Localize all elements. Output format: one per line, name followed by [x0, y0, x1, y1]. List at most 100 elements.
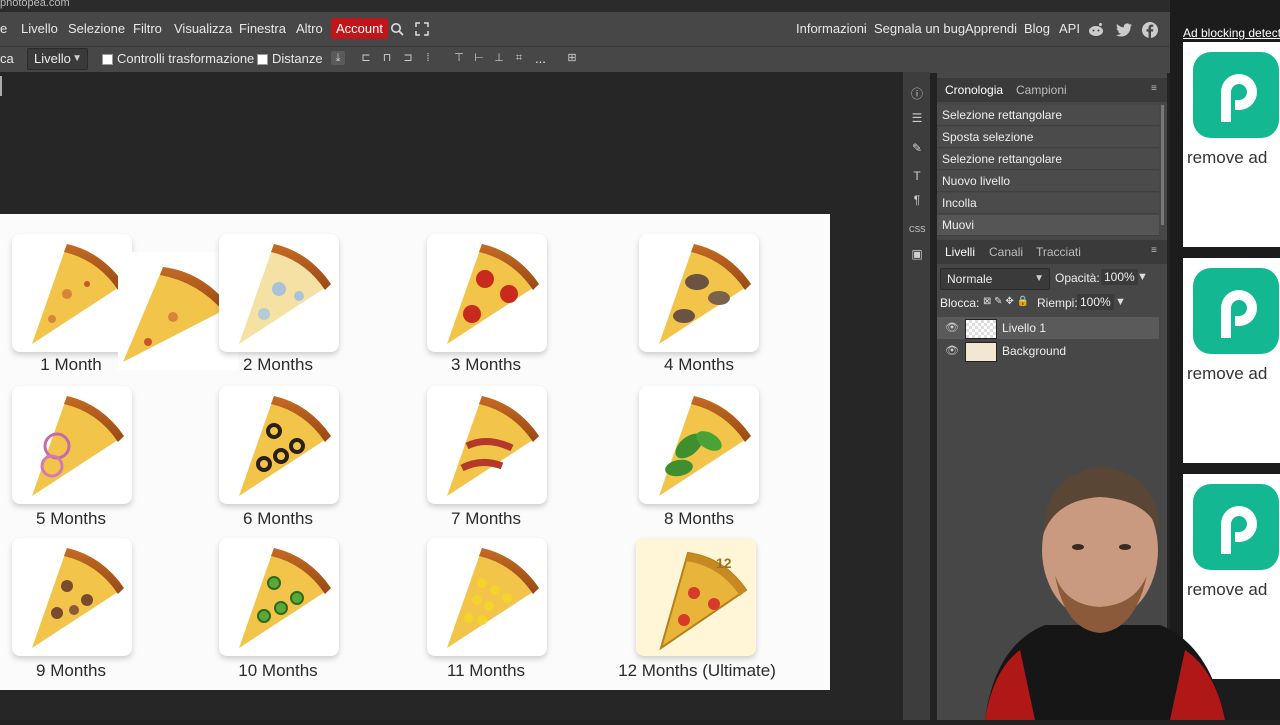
layer-row-livello-1[interactable]: 👁 Livello 1	[937, 317, 1159, 339]
info-icon[interactable]: ⓘ	[909, 86, 925, 102]
blend-mode-value: Normale	[947, 272, 993, 286]
caption-1: 1 Month	[40, 355, 102, 374]
twitter-icon[interactable]	[1116, 23, 1133, 42]
transform-controls-checkbox[interactable]: Controlli trasformazione	[102, 51, 254, 66]
ad-text: remove ad	[1187, 148, 1268, 167]
photopea-logo	[1193, 268, 1279, 354]
download-icon[interactable]: ⤓	[331, 51, 345, 65]
history-item[interactable]: Nuovo livello	[937, 171, 1159, 192]
menu-item-visualizza[interactable]: Visualizza	[174, 21, 232, 36]
opacity-input[interactable]: 100%	[1101, 269, 1138, 285]
fullscreen-icon[interactable]	[415, 22, 429, 36]
menu-item-fragment[interactable]: e	[0, 21, 7, 36]
caption-4: 4 Months	[664, 355, 734, 374]
photopea-logo	[1193, 52, 1279, 138]
link-informazioni[interactable]: Informazioni	[796, 21, 867, 36]
layers-panel-header: Livelli Canali Tracciati ≡	[937, 240, 1167, 264]
tool-label-fragment: ca	[0, 51, 14, 66]
menu-item-altro[interactable]: Altro	[296, 21, 323, 36]
ad-blocking-link[interactable]: Ad blocking detecte	[1183, 26, 1280, 40]
layer-thumbnail	[965, 319, 997, 339]
align-center-icon[interactable]: ⊓	[380, 51, 394, 65]
more-options[interactable]: ...	[535, 51, 546, 66]
distances-checkbox[interactable]: Distanze	[257, 51, 323, 66]
history-item[interactable]: Sposta selezione	[937, 127, 1159, 148]
align-left-icon[interactable]: ⊏	[359, 51, 373, 65]
menu-item-finestra[interactable]: Finestra	[239, 21, 286, 36]
pizza-tile-6	[219, 386, 339, 504]
checkbox-box[interactable]	[102, 54, 113, 66]
fill-label: Riempi:	[1037, 296, 1078, 310]
opacity-dropdown-icon[interactable]: ▼	[1137, 271, 1148, 283]
opacity-label: Opacità:	[1055, 271, 1100, 285]
history-item[interactable]: Selezione rettangolare	[937, 149, 1159, 170]
menu-item-selezione[interactable]: Selezione	[68, 21, 125, 36]
distribute-icon[interactable]: ⁞	[421, 51, 435, 65]
lock-label: Blocca:	[940, 296, 980, 310]
ad-card[interactable]: remove ad	[1183, 258, 1280, 463]
pizza-tile-7	[427, 386, 547, 504]
menu-item-filtro[interactable]: Filtro	[133, 21, 162, 36]
ad-text: remove ad	[1187, 364, 1268, 383]
eye-icon[interactable]: 👁	[945, 340, 959, 362]
ad-card[interactable]: remove ad	[1183, 42, 1280, 247]
account-button[interactable]: Account	[331, 18, 388, 39]
align-top-icon[interactable]: ⊤	[452, 51, 466, 65]
document-canvas[interactable]: 12 1 Month 2 Months 3 Months 4 Months 5 …	[0, 214, 830, 690]
align-bottom-icon[interactable]: ⊥	[492, 51, 506, 65]
brush-icon[interactable]: ✎	[909, 140, 925, 156]
checkbox-box[interactable]	[257, 54, 268, 66]
tab-tracciati[interactable]: Tracciati	[1036, 245, 1081, 259]
history-item[interactable]: Incolla	[937, 193, 1159, 214]
caption-3: 3 Months	[451, 355, 521, 374]
panel-menu-icon[interactable]: ≡	[1151, 245, 1157, 256]
pizza-tile-9	[12, 538, 132, 656]
link-segnala-bug[interactable]: Segnala un bug	[874, 21, 965, 36]
history-item-current[interactable]: Muovi	[937, 215, 1159, 236]
tab-cronologia[interactable]: Cronologia	[945, 83, 1003, 97]
transform-controls-label: Controlli trasformazione	[117, 51, 255, 66]
paragraph-icon[interactable]: ¶	[909, 192, 925, 208]
chevron-down-icon: ▼	[72, 53, 82, 64]
tab-campioni[interactable]: Campioni	[1016, 83, 1067, 97]
webcam-overlay	[975, 455, 1230, 720]
layer-name: Background	[1002, 344, 1067, 358]
caption-10: 10 Months	[238, 661, 318, 680]
fill-input[interactable]: 100%	[1077, 294, 1114, 310]
layer-thumbnail	[965, 342, 997, 362]
tool-options-bar: ca Livello ▼ Controlli trasformazione Di…	[0, 46, 1170, 73]
image-icon[interactable]: ▣	[909, 246, 925, 262]
blend-mode-select[interactable]: Normale ▼	[940, 268, 1050, 290]
layer-select[interactable]: Livello ▼	[27, 48, 88, 70]
chevron-down-icon: ▼	[1034, 273, 1044, 284]
history-item[interactable]: Selezione rettangolare	[937, 105, 1159, 126]
align-middle-icon[interactable]: ⊢	[472, 51, 486, 65]
tab-canali[interactable]: Canali	[989, 245, 1023, 259]
character-icon[interactable]: T	[909, 168, 925, 184]
reddit-icon[interactable]	[1088, 22, 1104, 42]
caption-11: 11 Months	[446, 661, 526, 680]
link-blog[interactable]: Blog	[1024, 21, 1050, 36]
history-panel-header: Cronologia Campioni ≡	[937, 78, 1167, 102]
scroll-indicator	[0, 76, 2, 96]
link-apprendi[interactable]: Apprendi	[965, 21, 1017, 36]
panel-icon-strip: ⓘ ☰ ✎ T ¶ CSS ▣	[903, 72, 930, 720]
grid-icon[interactable]: ⊞	[565, 51, 579, 65]
fill-dropdown-icon[interactable]: ▼	[1115, 296, 1126, 308]
menu-item-livello[interactable]: Livello	[21, 21, 58, 36]
lock-icons[interactable]: ⊠ ✎ ✥ 🔒	[983, 296, 1029, 307]
search-icon[interactable]	[390, 22, 404, 36]
layer-row-background[interactable]: 👁 Background	[937, 340, 1159, 362]
link-api[interactable]: API	[1059, 21, 1080, 36]
eye-icon[interactable]: 👁	[945, 317, 959, 339]
align-right-icon[interactable]: ⊐	[401, 51, 415, 65]
facebook-icon[interactable]	[1142, 22, 1158, 43]
panel-menu-icon[interactable]: ≡	[1151, 83, 1157, 94]
tab-livelli[interactable]: Livelli	[945, 245, 975, 259]
caption-2: 2 Months	[243, 355, 313, 374]
distribute-horizontal-icon[interactable]: ⌗	[512, 51, 526, 65]
properties-icon[interactable]: ☰	[909, 110, 925, 126]
pizza-tile-2	[219, 234, 339, 352]
css-icon[interactable]: CSS	[909, 222, 925, 238]
history-scrollbar[interactable]	[1161, 105, 1164, 225]
